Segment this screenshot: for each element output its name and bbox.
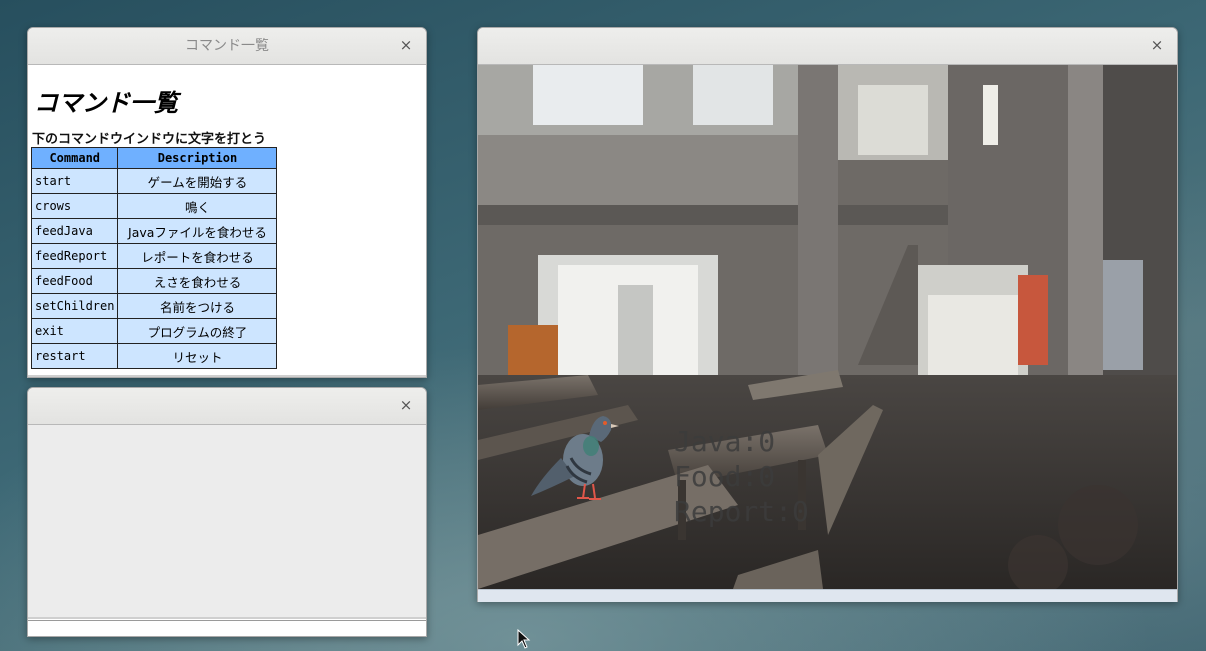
- game-status-bar: [478, 589, 1177, 602]
- column-header-description: Description: [117, 147, 278, 169]
- java-counter: Java:0: [674, 425, 776, 458]
- description-cell: リセット: [117, 343, 278, 369]
- command-cell: feedReport: [30, 243, 119, 269]
- divider: [28, 617, 426, 619]
- command-cell: feedFood: [30, 268, 119, 294]
- console-window: ×: [27, 387, 427, 637]
- description-cell: Javaファイルを食わせる: [117, 218, 278, 244]
- game-titlebar[interactable]: ×: [478, 28, 1177, 65]
- command-cell: exit: [30, 318, 119, 344]
- description-cell: 鳴く: [117, 193, 278, 219]
- report-counter: Report:0: [674, 495, 809, 528]
- table-row: setChildren 名前をつける: [30, 293, 278, 319]
- arrow-cursor-icon: [517, 629, 531, 649]
- page-heading: コマンド一覧: [34, 89, 178, 117]
- command-table: Command Description start ゲームを開始する crows…: [30, 147, 278, 369]
- close-icon[interactable]: ×: [398, 37, 414, 53]
- background-photo: [478, 65, 1177, 589]
- column-header-command: Command: [30, 147, 119, 169]
- description-cell: ゲームを開始する: [117, 168, 278, 194]
- description-cell: レポートを食わせる: [117, 243, 278, 269]
- game-canvas[interactable]: Java:0 Food:0 Report:0: [478, 65, 1177, 589]
- table-row: feedJava Javaファイルを食わせる: [30, 218, 278, 244]
- command-cell: feedJava: [30, 218, 119, 244]
- game-window: × Java:0 Food:0 Report:0: [477, 27, 1178, 602]
- close-icon[interactable]: ×: [398, 397, 414, 413]
- table-row: start ゲームを開始する: [30, 168, 278, 194]
- table-row: crows 鳴く: [30, 193, 278, 219]
- close-icon[interactable]: ×: [1149, 37, 1165, 53]
- table-row: feedFood えさを食わせる: [30, 268, 278, 294]
- command-input[interactable]: [28, 620, 426, 636]
- description-cell: 名前をつける: [117, 293, 278, 319]
- console-output-area: [28, 425, 426, 617]
- command-list-titlebar[interactable]: コマンド一覧 ×: [28, 28, 426, 65]
- command-cell: restart: [30, 343, 119, 369]
- description-cell: プログラムの終了: [117, 318, 278, 344]
- instruction-text: 下のコマンドウインドウに文字を打とう: [32, 132, 267, 147]
- pigeon-icon[interactable]: [531, 408, 621, 503]
- command-cell: start: [30, 168, 119, 194]
- description-cell: えさを食わせる: [117, 268, 278, 294]
- command-cell: setChildren: [30, 293, 119, 319]
- food-counter: Food:0: [674, 460, 776, 493]
- command-cell: crows: [30, 193, 119, 219]
- console-titlebar[interactable]: ×: [28, 388, 426, 425]
- table-row: feedReport レポートを食わせる: [30, 243, 278, 269]
- table-row: exit プログラムの終了: [30, 318, 278, 344]
- window-title: コマンド一覧: [185, 38, 269, 54]
- table-row: restart リセット: [30, 343, 278, 369]
- command-list-window: コマンド一覧 × コマンド一覧 下のコマンドウインドウに文字を打とう Comma…: [27, 27, 427, 378]
- command-list-content: コマンド一覧 下のコマンドウインドウに文字を打とう Command Descri…: [28, 65, 426, 377]
